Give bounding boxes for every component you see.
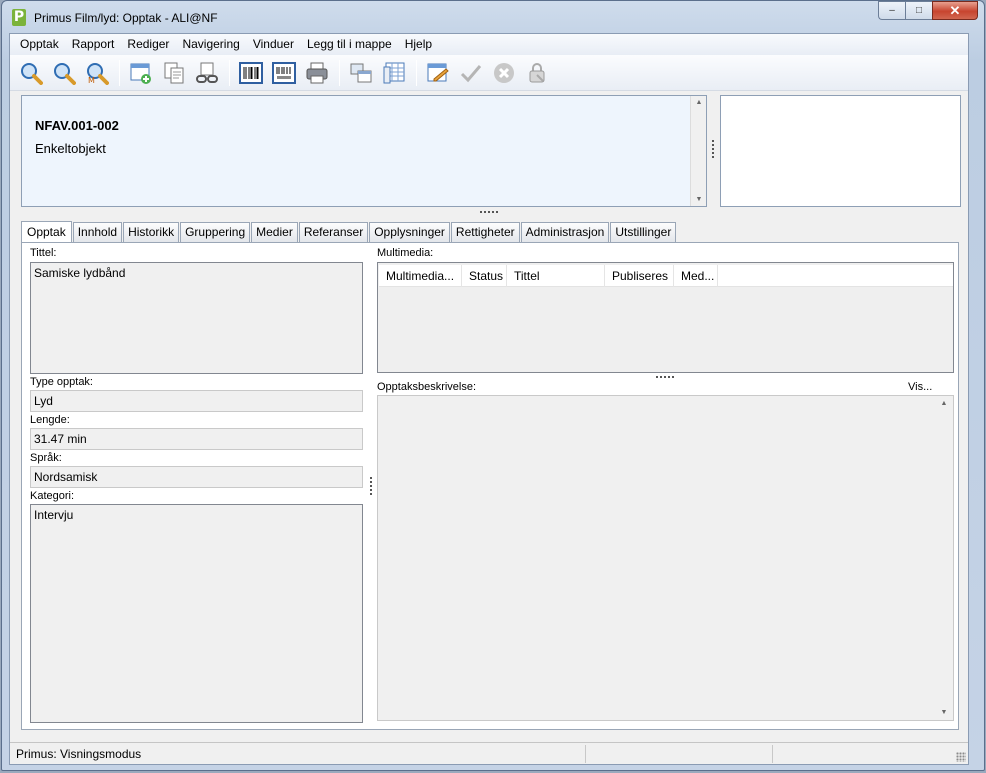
- tab-opptak[interactable]: Opptak: [21, 221, 72, 243]
- multimedia-grid-header: Multimedia... Status Tittel Publiseres M…: [379, 265, 953, 287]
- menu-hjelp[interactable]: Hjelp: [399, 34, 439, 55]
- opptaksbeskrivelse-label: Opptaksbeskrivelse:: [377, 381, 477, 393]
- type-opptak-field[interactable]: Lyd: [30, 390, 363, 412]
- link-icon[interactable]: [194, 60, 220, 86]
- menu-bar: Opptak Rapport Rediger Navigering Vindue…: [10, 34, 968, 55]
- tab-gruppering[interactable]: Gruppering: [180, 222, 251, 242]
- tab-strip: Opptak Innhold Historikk Gruppering Medi…: [21, 220, 677, 243]
- record-type: Enkeltobjekt: [35, 141, 106, 156]
- close-button[interactable]: ✕: [932, 1, 978, 20]
- menu-opptak[interactable]: Opptak: [14, 34, 66, 55]
- scroll-down-icon[interactable]: ▼: [691, 196, 707, 203]
- tittel-label: Tittel:: [30, 247, 57, 259]
- vertical-splitter-handle[interactable]: [712, 140, 714, 158]
- new-record-icon[interactable]: [128, 60, 154, 86]
- lock-icon[interactable]: [524, 60, 550, 86]
- status-divider: [772, 745, 773, 763]
- tab-innhold[interactable]: Innhold: [72, 222, 123, 242]
- column-header-medier[interactable]: Med...: [674, 265, 718, 287]
- sprak-label: Språk:: [30, 452, 62, 464]
- column-header-status[interactable]: Status: [462, 265, 507, 287]
- opptak-tab-content: Tittel: Samiske lydbånd Type opptak: Lyd…: [21, 242, 959, 730]
- client-area: Opptak Rapport Rediger Navigering Vindue…: [9, 33, 969, 765]
- sprak-field[interactable]: Nordsamisk: [30, 466, 363, 488]
- horizontal-splitter-handle[interactable]: [480, 211, 498, 213]
- menu-vinduer[interactable]: Vinduer: [247, 34, 301, 55]
- tittel-field[interactable]: Samiske lydbånd: [30, 262, 363, 374]
- header-scrollbar[interactable]: ▲ ▼: [690, 96, 706, 206]
- tab-rettigheter[interactable]: Rettigheter: [450, 222, 520, 242]
- lengde-field[interactable]: 31.47 min: [30, 428, 363, 450]
- application-window: P Primus Film/lyd: Opptak - ALI@NF – □ ✕…: [1, 0, 985, 771]
- status-bar: Primus: Visningsmodus: [10, 742, 968, 764]
- scroll-down-icon[interactable]: ▼: [936, 709, 952, 716]
- tab-administrasjon[interactable]: Administrasjon: [520, 222, 610, 242]
- toolbar-separator: [119, 59, 120, 86]
- toolbar-separator: [339, 59, 340, 86]
- edit-icon[interactable]: [425, 60, 451, 86]
- opptaksbeskrivelse-field[interactable]: ▲ ▼: [377, 395, 954, 721]
- lengde-label: Lengde:: [30, 414, 70, 426]
- column-header-multimedia[interactable]: Multimedia...: [379, 265, 462, 287]
- compare-icon[interactable]: [348, 60, 374, 86]
- panel-splitter-handle[interactable]: [656, 376, 674, 378]
- image-preview-panel: [720, 95, 961, 207]
- app-logo-icon: P: [12, 9, 26, 26]
- search-m-icon[interactable]: M: [84, 60, 110, 86]
- print-icon[interactable]: [304, 60, 330, 86]
- copy-icon[interactable]: [161, 60, 187, 86]
- multimedia-label: Multimedia:: [377, 247, 434, 259]
- window-title: Primus Film/lyd: Opptak - ALI@NF: [34, 11, 218, 25]
- column-header-publiseres[interactable]: Publiseres: [605, 265, 674, 287]
- menu-navigering[interactable]: Navigering: [176, 34, 246, 55]
- search-icon-2[interactable]: [51, 60, 77, 86]
- svg-text:M: M: [88, 76, 95, 85]
- kategori-label: Kategori:: [30, 490, 75, 502]
- toolbar: M: [10, 55, 968, 91]
- check-icon[interactable]: [458, 60, 484, 86]
- search-icon[interactable]: [18, 60, 44, 86]
- cancel-icon[interactable]: [491, 60, 517, 86]
- record-identifier: NFAV.001-002: [35, 118, 119, 133]
- multimedia-grid[interactable]: Multimedia... Status Tittel Publiseres M…: [377, 262, 954, 373]
- tab-historikk[interactable]: Historikk: [123, 222, 180, 242]
- tab-utstillinger[interactable]: Utstillinger: [610, 222, 677, 242]
- toolbar-separator: [416, 59, 417, 86]
- toolbar-separator: [229, 59, 230, 86]
- column-header-tittel[interactable]: Tittel: [507, 265, 605, 287]
- status-text: Primus: Visningsmodus: [16, 747, 142, 761]
- type-opptak-label: Type opptak:: [30, 376, 93, 388]
- title-bar[interactable]: P Primus Film/lyd: Opptak - ALI@NF – □ ✕: [2, 1, 984, 33]
- description-scrollbar[interactable]: ▲ ▼: [936, 396, 953, 720]
- menu-rapport[interactable]: Rapport: [66, 34, 122, 55]
- status-divider: [585, 745, 586, 763]
- barcode-icon[interactable]: [238, 60, 264, 86]
- menu-legg-til-i-mappe[interactable]: Legg til i mappe: [301, 34, 399, 55]
- tab-referanser[interactable]: Referanser: [298, 222, 369, 242]
- column-splitter-handle[interactable]: [370, 477, 372, 495]
- tab-opplysninger[interactable]: Opplysninger: [369, 222, 450, 242]
- table-icon[interactable]: [381, 60, 407, 86]
- menu-rediger[interactable]: Rediger: [121, 34, 176, 55]
- tab-medier[interactable]: Medier: [251, 222, 298, 242]
- scroll-up-icon[interactable]: ▲: [936, 400, 952, 407]
- kategori-field[interactable]: Intervju: [30, 504, 363, 723]
- vis-link[interactable]: Vis...: [908, 381, 932, 393]
- minimize-button[interactable]: –: [878, 1, 905, 20]
- scroll-up-icon[interactable]: ▲: [691, 99, 707, 106]
- record-header-panel: NFAV.001-002 Enkeltobjekt ▲ ▼: [21, 95, 707, 207]
- barcode-label-icon[interactable]: [271, 60, 297, 86]
- resize-grip-icon[interactable]: [956, 752, 966, 762]
- maximize-button[interactable]: □: [905, 1, 932, 20]
